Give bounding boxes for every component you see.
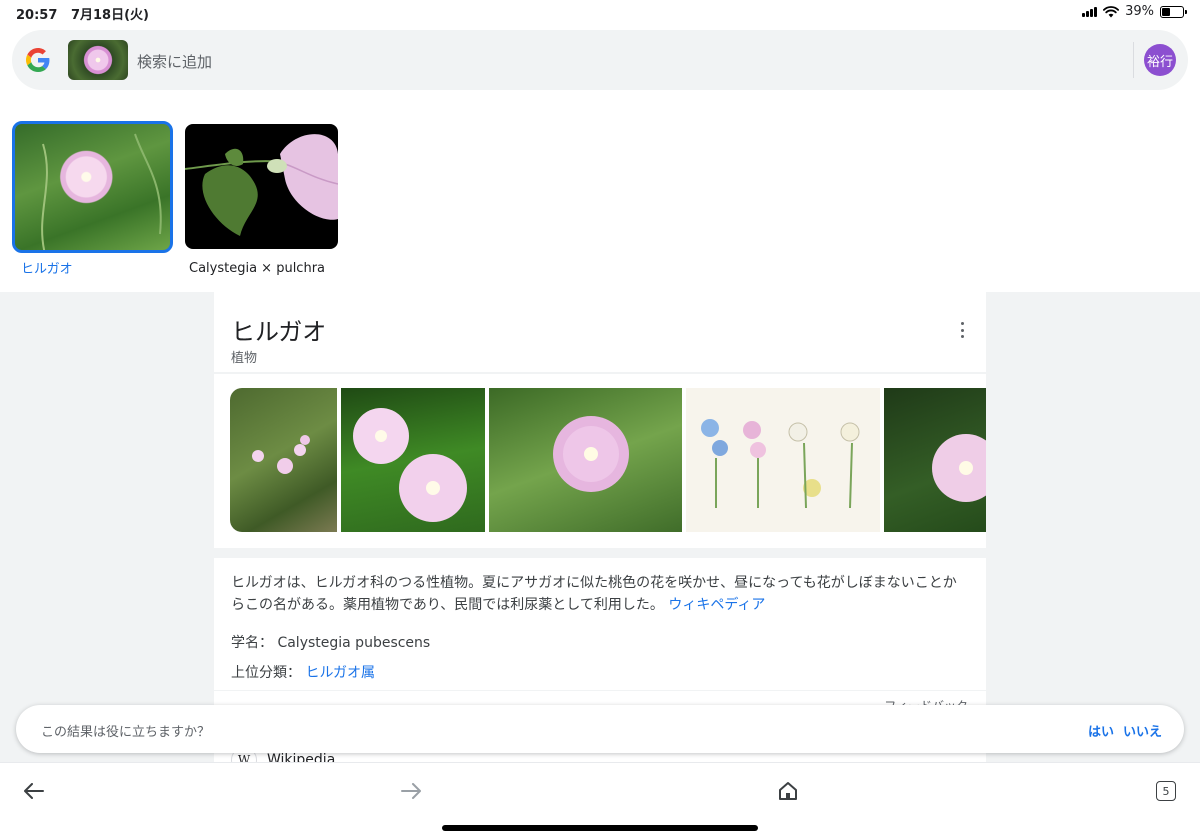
- search-bar[interactable]: 検索に追加 裕行: [12, 30, 1188, 90]
- knowledge-panel-header: ヒルガオ 植物: [214, 292, 986, 372]
- helpfulness-prompt: この結果は役に立ちますか？ はい いいえ: [16, 705, 1184, 753]
- candidate-label[interactable]: ヒルガオ: [21, 258, 73, 277]
- account-avatar[interactable]: 裕行: [1144, 44, 1176, 76]
- carousel-image[interactable]: [230, 388, 337, 532]
- candidate-image[interactable]: [12, 121, 173, 253]
- cellular-signal-icon: [1082, 6, 1098, 17]
- arrow-left-icon: [24, 783, 44, 799]
- battery-percent: 39%: [1125, 4, 1154, 19]
- wifi-icon: [1103, 5, 1120, 17]
- back-button[interactable]: [20, 777, 48, 805]
- status-date: 7月18日(火): [70, 8, 149, 23]
- fact-scientific-name: 学名： Calystegia pubescens: [231, 635, 431, 651]
- carousel-image[interactable]: [489, 388, 682, 532]
- carousel-image[interactable]: [686, 388, 880, 532]
- knowledge-panel-description: ヒルガオは、ヒルガオ科のつる性植物。夏にアサガオに似た桃色の花を咲かせ、昼になっ…: [214, 558, 986, 690]
- candidate-strip: ヒルガオ Calystegia × pulchra: [0, 92, 1200, 292]
- search-image-thumbnail[interactable]: [68, 40, 128, 80]
- home-icon: [779, 782, 797, 800]
- knowledge-panel-title: ヒルガオ: [231, 318, 327, 346]
- tab-switcher-button[interactable]: 5: [1152, 777, 1180, 805]
- search-divider: [1133, 42, 1134, 78]
- status-time: 20:57 7月18日(火): [16, 8, 149, 23]
- wikipedia-source-link[interactable]: ウィキペディア: [668, 597, 765, 613]
- home-button[interactable]: [774, 777, 802, 805]
- forward-button[interactable]: [397, 777, 425, 805]
- arrow-right-icon: [401, 783, 421, 799]
- battery-icon: [1160, 5, 1187, 18]
- fact-parent-taxon: 上位分類： ヒルガオ属: [231, 665, 376, 681]
- candidate-label[interactable]: Calystegia × pulchra: [189, 261, 325, 276]
- helpfulness-question: この結果は役に立ちますか？: [41, 725, 211, 740]
- knowledge-panel-subtitle: 植物: [231, 351, 258, 366]
- description-text: ヒルガオは、ヒルガオ科のつる性植物。夏にアサガオに似た桃色の花を咲かせ、昼になっ…: [231, 575, 957, 613]
- search-input[interactable]: 検索に追加: [137, 51, 212, 72]
- status-indicators: 39%: [1082, 4, 1187, 19]
- google-logo-icon: [26, 48, 50, 72]
- candidate-image[interactable]: [185, 124, 338, 249]
- more-options-icon[interactable]: [956, 322, 968, 338]
- home-indicator: [442, 825, 758, 831]
- tab-count-icon: 5: [1156, 781, 1176, 801]
- no-button[interactable]: いいえ: [1123, 721, 1162, 740]
- status-bar: 20:57 7月18日(火) 39%: [0, 0, 1200, 24]
- carousel-image[interactable]: [341, 388, 485, 532]
- bottom-navigation: 5: [0, 762, 1200, 838]
- image-carousel[interactable]: [214, 374, 986, 548]
- yes-button[interactable]: はい: [1088, 721, 1114, 740]
- carousel-image[interactable]: [884, 388, 986, 532]
- parent-taxon-link[interactable]: ヒルガオ属: [305, 665, 375, 681]
